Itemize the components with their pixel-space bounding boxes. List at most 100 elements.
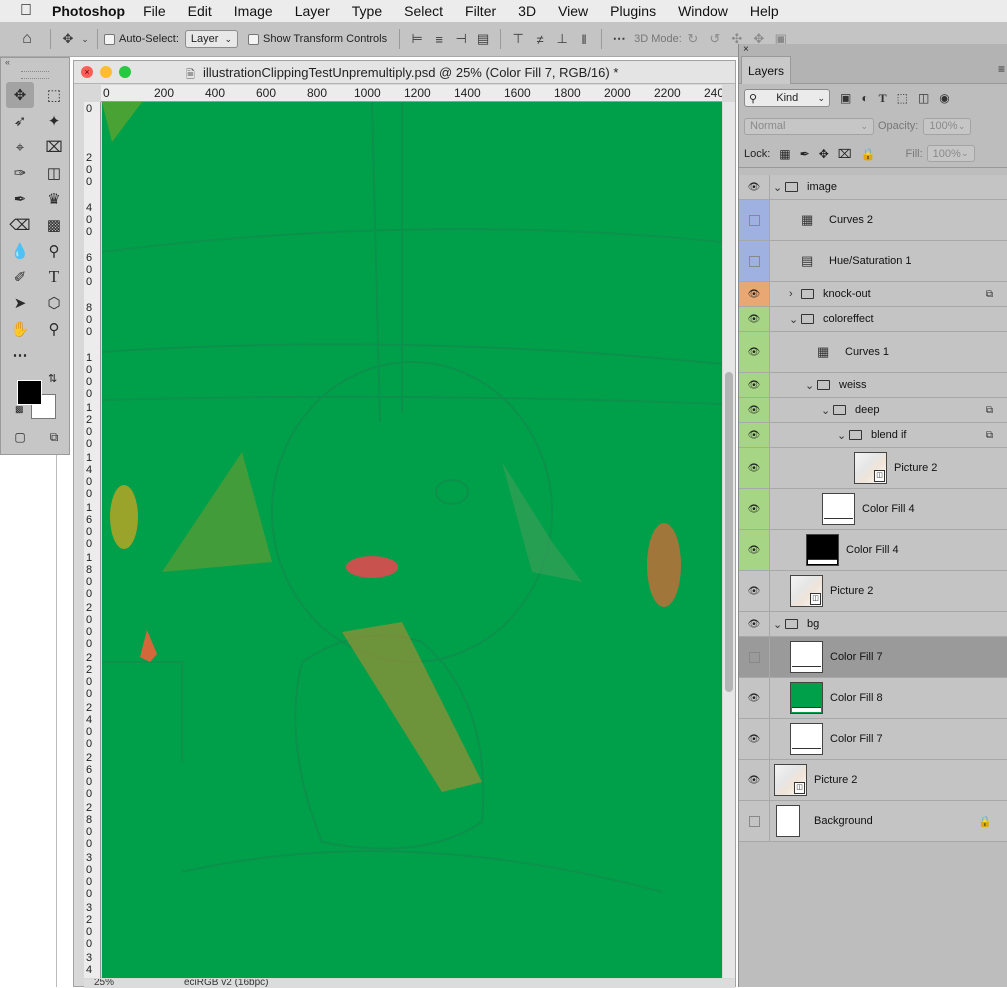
filter-adjustment-icon[interactable]: ◐ <box>861 91 868 105</box>
panel-grip[interactable] <box>21 71 49 79</box>
brush-tool-icon[interactable]: ✒ <box>3 186 37 212</box>
chevron-down-icon[interactable]: ⌄ <box>805 373 814 397</box>
align-bottom-icon[interactable]: ⊥ <box>551 28 573 50</box>
lasso-tool-icon[interactable]: ➶ <box>3 108 37 134</box>
edit-toolbar-icon[interactable]: ⋯ <box>3 342 37 368</box>
menu-edit[interactable]: Edit <box>188 3 212 19</box>
frame-tool-icon[interactable]: ⌧ <box>37 134 71 160</box>
layer-row[interactable]: Background 🔒 <box>739 801 1007 842</box>
layer-row[interactable]: 👁 › knock-out ⧉ <box>739 282 1007 307</box>
panel-menu-icon[interactable]: ≡ <box>998 62 1005 76</box>
layer-row[interactable]: Color Fill 7 <box>739 637 1007 678</box>
zoom-tool-icon[interactable]: ⚲ <box>37 316 71 342</box>
apple-menu-icon[interactable]:  <box>0 2 52 20</box>
eye-icon[interactable]: 👁 <box>739 448 770 488</box>
zoom-window-icon[interactable] <box>119 66 131 78</box>
menu-help[interactable]: Help <box>750 3 779 19</box>
path-selection-tool-icon[interactable]: ➤ <box>3 290 37 316</box>
align-right-icon[interactable]: ⊣ <box>450 28 472 50</box>
home-icon[interactable]: ⌂ <box>16 28 38 50</box>
screen-mode-icon[interactable]: ⧉ <box>37 424 71 450</box>
eraser-tool-icon[interactable]: ⌫ <box>3 212 37 238</box>
layer-row[interactable]: 👁 ⌄ bg <box>739 612 1007 637</box>
layer-row[interactable]: 👁 Color Fill 7 <box>739 719 1007 760</box>
eyedropper-tool-icon[interactable]: ✑ <box>3 160 37 186</box>
minimize-window-icon[interactable] <box>100 66 112 78</box>
eye-icon[interactable]: 👁 <box>739 398 770 422</box>
close-panel-icon[interactable]: × <box>743 44 749 55</box>
align-center-icon[interactable]: ≡ <box>428 28 450 50</box>
dodge-tool-icon[interactable]: ⚲ <box>37 238 71 264</box>
menu-file[interactable]: File <box>143 3 166 19</box>
menu-select[interactable]: Select <box>404 3 443 19</box>
layer-row[interactable]: 👁 ◫ Picture 2 <box>739 760 1007 801</box>
eye-icon[interactable]: 👁 <box>739 571 770 611</box>
3d-roll-icon[interactable]: ↺ <box>704 28 726 50</box>
menu-3d[interactable]: 3D <box>518 3 536 19</box>
layer-row[interactable]: ▦ Curves 2 <box>739 200 1007 241</box>
eye-icon[interactable]: 👁 <box>739 530 770 570</box>
eye-icon[interactable]: 👁 <box>739 760 770 800</box>
eye-icon[interactable]: 👁 <box>739 612 770 636</box>
chevron-down-icon[interactable]: ⌄ <box>789 307 798 331</box>
show-transform-checkbox[interactable] <box>248 33 259 45</box>
marquee-tool-icon[interactable]: ⬚ <box>37 82 71 108</box>
collapse-panel-icon[interactable]: « <box>1 58 69 68</box>
swap-colors-icon[interactable]: ⇅ <box>48 372 57 385</box>
horizontal-ruler[interactable]: 0 200 400 600 800 1000 1200 1400 1600 18… <box>101 85 722 102</box>
stamp-tool-icon[interactable]: ♛ <box>37 186 71 212</box>
fill-field[interactable]: 100% ⌄ <box>926 145 975 162</box>
lock-all-icon[interactable]: 🔒 <box>861 147 876 161</box>
crop-tool-icon[interactable]: ⌖ <box>3 134 37 160</box>
layer-row[interactable]: 👁 ◫ Picture 2 <box>739 448 1007 489</box>
magic-wand-tool-icon[interactable]: ✦ <box>37 108 71 134</box>
3d-orbit-icon[interactable]: ↻ <box>682 28 704 50</box>
menu-type[interactable]: Type <box>352 3 382 19</box>
pen-tool-icon[interactable]: ✐ <box>3 264 37 290</box>
distribute-vertical-icon[interactable]: ‖ <box>573 28 595 50</box>
more-options-icon[interactable]: ⋯ <box>608 28 630 50</box>
visibility-toggle[interactable] <box>739 200 770 240</box>
visibility-toggle[interactable] <box>739 801 770 841</box>
layer-row[interactable]: 👁 ⌄ deep ⧉ <box>739 398 1007 423</box>
menu-view[interactable]: View <box>558 3 588 19</box>
blur-tool-icon[interactable]: 💧 <box>3 238 37 264</box>
hand-tool-icon[interactable]: ✋ <box>3 316 37 342</box>
layer-row[interactable]: 👁 ⌄ blend if ⧉ <box>739 423 1007 448</box>
chevron-down-icon[interactable]: ⌄ <box>79 28 91 50</box>
visibility-toggle[interactable] <box>739 637 770 677</box>
lock-position-icon[interactable]: ✥ <box>819 147 829 161</box>
tab-layers[interactable]: Layers <box>741 56 791 84</box>
align-middle-icon[interactable]: ≠ <box>529 28 551 50</box>
menu-layer[interactable]: Layer <box>295 3 330 19</box>
blend-mode-dropdown[interactable]: Normal ⌄ <box>744 117 874 135</box>
layer-row[interactable]: 👁 ⌄ weiss <box>739 373 1007 398</box>
auto-select-checkbox[interactable] <box>104 33 115 45</box>
quick-mask-icon[interactable]: ▢ <box>3 424 37 450</box>
align-left-icon[interactable]: ⊨ <box>406 28 428 50</box>
app-menu[interactable]: Photoshop <box>52 3 125 19</box>
gradient-tool-icon[interactable]: ▩ <box>37 212 71 238</box>
eye-icon[interactable]: 👁 <box>739 332 770 372</box>
eye-icon[interactable]: 👁 <box>739 175 770 199</box>
chevron-down-icon[interactable]: ⌄ <box>821 398 830 422</box>
eye-icon[interactable]: 👁 <box>739 678 770 718</box>
menu-image[interactable]: Image <box>234 3 273 19</box>
filter-smart-object-icon[interactable]: ◫ <box>918 91 929 105</box>
layer-row[interactable]: 👁 ⌄ image <box>739 175 1007 200</box>
lock-image-icon[interactable]: ✒ <box>800 147 810 161</box>
type-tool-icon[interactable]: T <box>37 264 71 290</box>
eye-icon[interactable]: 👁 <box>739 489 770 529</box>
eye-icon[interactable]: 👁 <box>739 282 770 306</box>
menu-window[interactable]: Window <box>678 3 728 19</box>
eye-icon[interactable]: 👁 <box>739 423 770 447</box>
visibility-toggle[interactable] <box>739 241 770 281</box>
chevron-down-icon[interactable]: ⌄ <box>773 612 782 636</box>
vertical-scrollbar[interactable] <box>723 102 735 978</box>
healing-brush-tool-icon[interactable]: ◫ <box>37 160 71 186</box>
filter-shape-icon[interactable]: ⬚ <box>897 91 908 105</box>
layer-row[interactable]: 👁 Color Fill 4 <box>739 489 1007 530</box>
layer-row[interactable]: 👁 ⌄ coloreffect <box>739 307 1007 332</box>
menu-plugins[interactable]: Plugins <box>610 3 656 19</box>
filter-pixel-icon[interactable]: ▣ <box>840 91 851 105</box>
